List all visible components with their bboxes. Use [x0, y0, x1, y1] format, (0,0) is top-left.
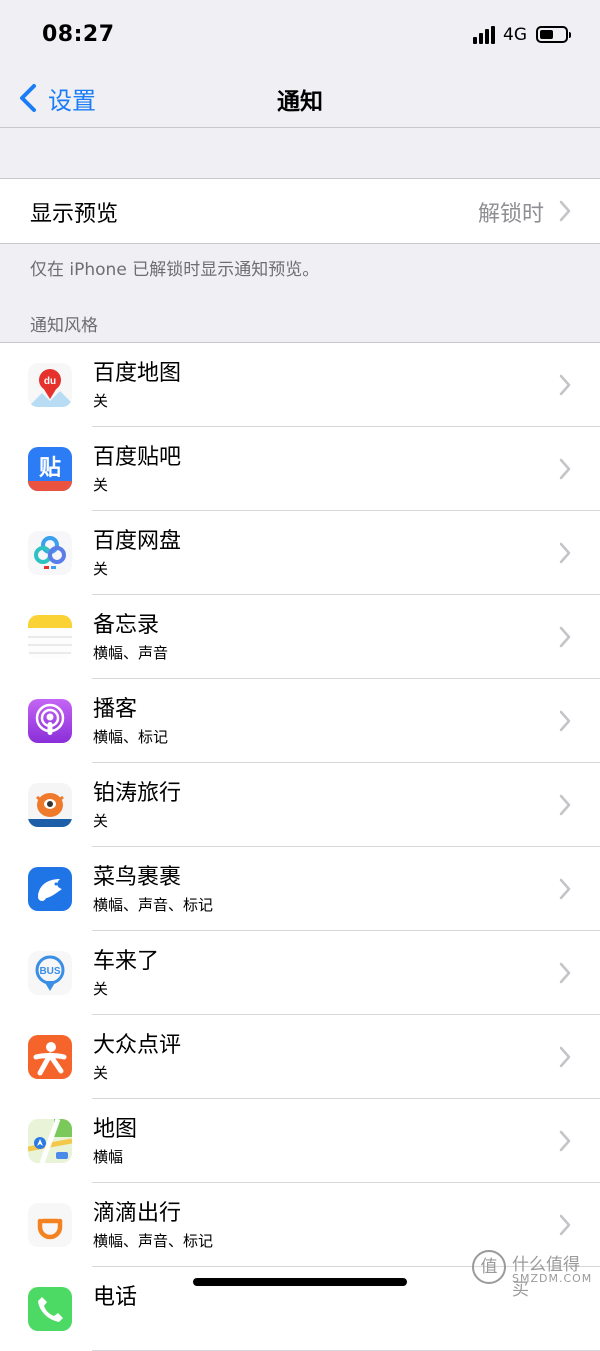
network-type: 4G: [503, 25, 527, 45]
app-name: 备忘录: [93, 613, 160, 638]
app-row-chelaile[interactable]: BUS 车来了 关: [0, 931, 600, 1015]
show-preview-row[interactable]: 显示预览 解锁时: [0, 178, 600, 244]
app-notification-style: 关: [93, 980, 109, 998]
watermark: 值 什么值得买 SMZDM.COM: [472, 1248, 596, 1300]
app-notification-style: 横幅、声音、标记: [93, 1232, 214, 1250]
cainiao-guoguo-icon: [28, 867, 72, 911]
chevron-right-icon: [559, 1214, 571, 1236]
app-row-notes[interactable]: 备忘录 横幅、声音: [0, 595, 600, 679]
baidu-netdisk-icon: [28, 531, 72, 575]
app-name: 电话: [93, 1285, 138, 1310]
status-bar: 08:27 4G: [0, 0, 600, 70]
cellular-signal-icon: [473, 26, 495, 44]
baidu-map-icon: du: [28, 363, 72, 407]
notes-icon: [28, 615, 72, 659]
app-notification-style: 关: [93, 476, 109, 494]
chevron-right-icon: [559, 1046, 571, 1068]
app-row-botao-travel[interactable]: 铂涛旅行 关: [0, 763, 600, 847]
app-row-baidu-tieba[interactable]: 贴 百度贴吧 关: [0, 427, 600, 511]
app-name: 滴滴出行: [93, 1201, 182, 1226]
baidu-tieba-icon: 贴: [28, 447, 72, 491]
chevron-right-icon: [559, 710, 571, 732]
app-name: 菜鸟裹裹: [93, 865, 182, 890]
app-name: 百度网盘: [93, 529, 182, 554]
app-row-apple-maps[interactable]: 地图 横幅: [0, 1099, 600, 1183]
home-indicator[interactable]: [193, 1278, 407, 1286]
app-notification-style: 横幅、声音、标记: [93, 896, 214, 914]
app-name: 播客: [93, 697, 138, 722]
chevron-right-icon: [559, 626, 571, 648]
battery-icon: [536, 26, 571, 43]
watermark-sub: SMZDM.COM: [512, 1272, 593, 1285]
chevron-right-icon: [559, 374, 571, 396]
app-row-baidu-netdisk[interactable]: 百度网盘 关: [0, 511, 600, 595]
app-row-baidu-map[interactable]: du 百度地图 关: [0, 343, 600, 427]
app-row-podcasts[interactable]: 播客 横幅、标记: [0, 679, 600, 763]
status-time: 08:27: [42, 22, 115, 47]
page-title: 通知: [277, 89, 323, 115]
app-name: 百度地图: [93, 361, 182, 386]
bus-icon-glyph: BUS: [39, 966, 60, 977]
svg-text:du: du: [44, 376, 56, 387]
chevron-right-icon: [559, 1130, 571, 1152]
show-preview-label: 显示预览: [30, 202, 119, 227]
app-name: 铂涛旅行: [93, 781, 182, 806]
app-notification-style: 横幅、标记: [93, 728, 169, 746]
phone-icon: [28, 1287, 72, 1331]
didi-icon: [28, 1203, 72, 1247]
section-header: 通知风格: [30, 316, 98, 336]
chevron-right-icon: [559, 458, 571, 480]
app-name: 车来了: [93, 949, 160, 974]
show-preview-value: 解锁时: [477, 202, 544, 227]
app-notification-style: 横幅、声音: [93, 644, 169, 662]
podcasts-icon: [28, 699, 72, 743]
chevron-right-icon: [559, 200, 571, 222]
app-row-dianping[interactable]: 大众点评 关: [0, 1015, 600, 1099]
chevron-right-icon: [559, 542, 571, 564]
app-row-cainiao-guoguo[interactable]: 菜鸟裹裹 横幅、声音、标记: [0, 847, 600, 931]
apple-maps-icon: [28, 1119, 72, 1163]
app-name: 大众点评: [93, 1033, 182, 1058]
preview-footnote: 仅在 iPhone 已解锁时显示通知预览。: [30, 260, 320, 280]
app-name: 百度贴吧: [93, 445, 182, 470]
app-notification-style: 横幅: [93, 1148, 124, 1166]
navigation-bar: 设置 通知: [0, 70, 600, 128]
chelaile-bus-icon: BUS: [28, 951, 72, 995]
tieba-icon-glyph: 贴: [39, 455, 61, 481]
botao-travel-icon: [28, 783, 72, 827]
chevron-right-icon: [559, 878, 571, 900]
app-notification-style: 关: [93, 1064, 109, 1082]
app-list: du 百度地图 关 贴 百度贴吧 关 百度网盘 关 备忘录 横幅、声音 播客 横…: [0, 342, 600, 1351]
app-notification-style: 关: [93, 392, 109, 410]
chevron-right-icon: [559, 794, 571, 816]
app-notification-style: 关: [93, 560, 109, 578]
watermark-badge: 值: [472, 1250, 506, 1284]
dianping-icon: [28, 1035, 72, 1079]
app-notification-style: 关: [93, 812, 109, 830]
app-name: 地图: [93, 1117, 138, 1142]
chevron-right-icon: [559, 962, 571, 984]
